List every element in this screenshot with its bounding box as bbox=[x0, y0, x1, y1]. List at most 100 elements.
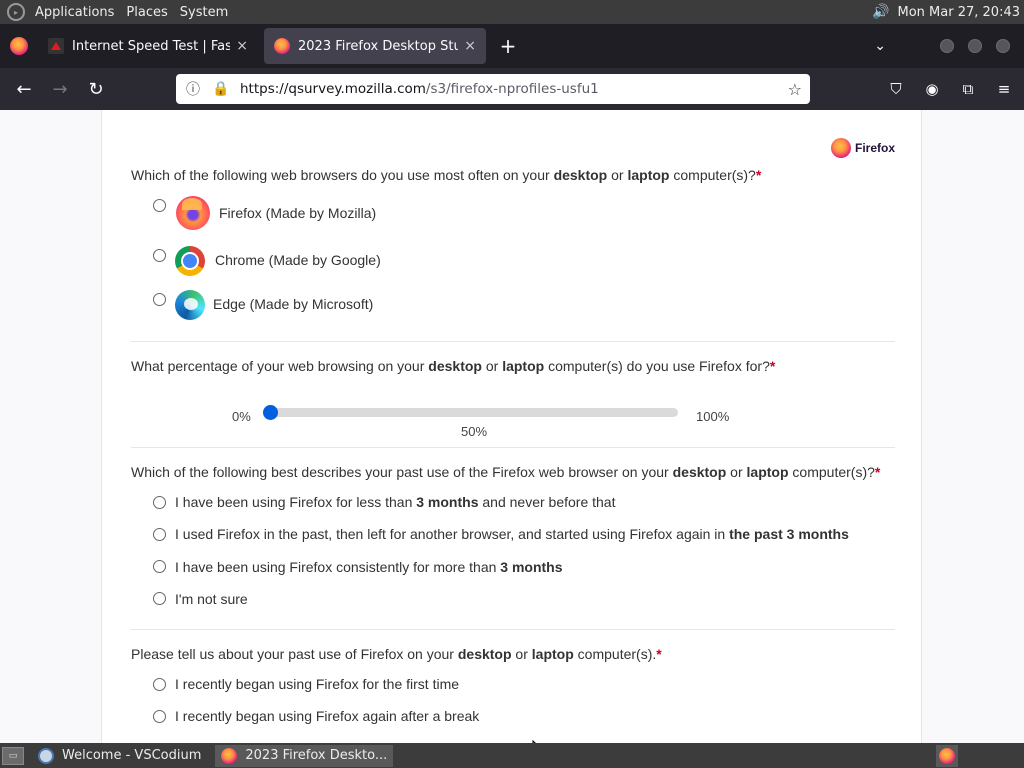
radio-not-sure[interactable] bbox=[153, 592, 166, 605]
firefox-logo-icon bbox=[830, 138, 851, 158]
option-label[interactable]: I have been using Firefox for less than … bbox=[175, 494, 615, 510]
site-info-icon[interactable]: ⓘ bbox=[182, 79, 204, 99]
lock-icon[interactable]: 🔒 bbox=[210, 81, 232, 97]
tab-close-icon[interactable]: × bbox=[464, 38, 476, 54]
system-menu[interactable]: System bbox=[176, 5, 236, 20]
tab-title: Internet Speed Test | Fast.com bbox=[72, 38, 231, 54]
maximize-button[interactable] bbox=[968, 39, 982, 53]
question-text: computer(s)? bbox=[788, 464, 875, 480]
radio-returned-past-3-months[interactable] bbox=[153, 528, 166, 541]
divider bbox=[131, 629, 895, 630]
firefox-icon bbox=[221, 747, 238, 764]
url-bar[interactable]: ⓘ 🔒 https://qsurvey.mozilla.com/s3/firef… bbox=[176, 74, 810, 104]
option-label[interactable]: I recently began using Firefox for the f… bbox=[175, 676, 459, 692]
taskbar-item-vscodium[interactable]: Welcome - VSCodium bbox=[32, 745, 207, 767]
bookmark-star-icon[interactable]: ☆ bbox=[788, 80, 802, 99]
page-viewport[interactable]: Firefox Which of the following web brows… bbox=[0, 110, 1024, 743]
radio-edge[interactable] bbox=[153, 293, 166, 306]
question-3: Which of the following best describes yo… bbox=[131, 464, 880, 480]
tab-strip: Internet Speed Test | Fast.com × 2023 Fi… bbox=[0, 24, 1024, 68]
applications-menu[interactable]: Applications bbox=[31, 5, 122, 20]
bottom-taskbar: ▭ Welcome - VSCodium 2023 Firefox Deskto… bbox=[0, 743, 1024, 768]
slider-mid-label: 50% bbox=[461, 424, 488, 439]
option-label[interactable]: Edge (Made by Microsoft) bbox=[213, 296, 373, 312]
navigation-bar: ← → ↻ ⓘ 🔒 https://qsurvey.mozilla.com/s3… bbox=[0, 68, 1024, 110]
option-bold: 3 months bbox=[416, 494, 479, 510]
radio-more-than-3-months[interactable] bbox=[153, 560, 166, 573]
slider-max-label: 100% bbox=[696, 409, 730, 424]
os-logo-icon[interactable]: ▸ bbox=[7, 3, 25, 21]
percentage-slider-thumb[interactable] bbox=[263, 405, 278, 420]
option-label[interactable]: I have been using Firefox consistently f… bbox=[175, 559, 563, 575]
firefox-favicon-icon bbox=[274, 38, 290, 54]
radio-firefox[interactable] bbox=[153, 199, 166, 212]
question-2: What percentage of your web browsing on … bbox=[131, 358, 775, 374]
question-text: computer(s)? bbox=[669, 167, 756, 183]
required-marker: * bbox=[656, 646, 662, 662]
extensions-icon[interactable]: ⧉ bbox=[956, 73, 980, 105]
question-text: Which of the following best describes yo… bbox=[131, 464, 673, 480]
question-bold: laptop bbox=[627, 167, 670, 183]
taskbar-item-firefox[interactable]: 2023 Firefox Deskto... bbox=[215, 744, 394, 767]
url-text[interactable]: https://qsurvey.mozilla.com/s3/firefox-n… bbox=[240, 81, 599, 97]
speaker-icon[interactable]: 🔊 bbox=[872, 4, 889, 20]
option-label[interactable]: I'm not sure bbox=[175, 591, 248, 607]
option-bold: 3 months bbox=[500, 559, 563, 575]
option-label[interactable]: I used Firefox in the past, then left fo… bbox=[175, 526, 849, 542]
system-top-panel: ▸ Applications Places System 🔊 Mon Mar 2… bbox=[0, 0, 1024, 24]
close-window-button[interactable] bbox=[996, 39, 1010, 53]
account-icon[interactable]: ◉ bbox=[920, 73, 944, 105]
question-bold: laptop bbox=[746, 464, 789, 480]
places-menu[interactable]: Places bbox=[122, 5, 175, 20]
question-bold: laptop bbox=[502, 358, 545, 374]
firefox-menu-icon[interactable] bbox=[0, 37, 38, 55]
clock[interactable]: Mon Mar 27, 20:43 bbox=[898, 5, 1020, 20]
required-marker: * bbox=[769, 358, 776, 374]
tab-fast-com[interactable]: Internet Speed Test | Fast.com × bbox=[38, 28, 258, 64]
show-desktop-icon[interactable]: ▭ bbox=[2, 746, 24, 765]
question-1: Which of the following web browsers do y… bbox=[131, 167, 761, 183]
option-label[interactable]: Chrome (Made by Google) bbox=[215, 252, 381, 268]
radio-again-after-break[interactable] bbox=[153, 710, 166, 723]
question-bold: desktop bbox=[457, 646, 512, 662]
option-text: I have been using Firefox for less than bbox=[175, 494, 417, 510]
question-text: or bbox=[511, 646, 532, 662]
tab-firefox-study[interactable]: 2023 Firefox Desktop Study × bbox=[264, 28, 486, 64]
divider bbox=[131, 447, 895, 448]
back-icon[interactable]: ← bbox=[6, 73, 42, 105]
radio-chrome[interactable] bbox=[153, 249, 166, 262]
minimize-button[interactable] bbox=[940, 39, 954, 53]
list-all-tabs-icon[interactable]: ⌄ bbox=[874, 38, 886, 54]
question-text: computer(s) do you use Firefox for? bbox=[544, 358, 770, 374]
option-label[interactable]: Firefox (Made by Mozilla) bbox=[219, 205, 376, 221]
option-text: and never before that bbox=[478, 494, 616, 510]
new-tab-button[interactable]: + bbox=[492, 34, 524, 58]
taskbar-item-label: 2023 Firefox Deskto... bbox=[245, 748, 388, 763]
tab-close-icon[interactable]: × bbox=[236, 38, 248, 54]
brand-text: Firefox bbox=[854, 141, 895, 155]
question-text: or bbox=[607, 167, 628, 183]
url-path: /s3/firefox-nprofiles-usfu1 bbox=[425, 81, 599, 97]
required-marker: * bbox=[755, 167, 762, 183]
reload-icon[interactable]: ↻ bbox=[78, 73, 114, 105]
percentage-slider-track[interactable] bbox=[270, 408, 678, 417]
question-bold: laptop bbox=[531, 646, 574, 662]
question-text: Please tell us about your past use of Fi… bbox=[131, 646, 458, 662]
firefox-brand: Firefox bbox=[830, 138, 895, 158]
pocket-icon[interactable]: ⛉ bbox=[884, 73, 908, 105]
slider-min-label: 0% bbox=[232, 409, 251, 424]
option-text: I used Firefox in the past, then left fo… bbox=[175, 526, 730, 542]
tray-firefox-icon[interactable] bbox=[936, 744, 958, 767]
forward-icon[interactable]: → bbox=[42, 73, 78, 105]
vscodium-icon bbox=[38, 747, 54, 764]
radio-first-time[interactable] bbox=[153, 678, 166, 691]
question-4: Please tell us about your past use of Fi… bbox=[131, 646, 662, 662]
tab-title: 2023 Firefox Desktop Study bbox=[298, 38, 459, 54]
option-label[interactable]: I recently began using Firefox again aft… bbox=[175, 708, 479, 724]
radio-less-than-3-months[interactable] bbox=[153, 496, 166, 509]
question-bold: desktop bbox=[428, 358, 482, 374]
menu-icon[interactable]: ≡ bbox=[992, 73, 1016, 105]
question-text: or bbox=[481, 358, 503, 374]
divider bbox=[131, 341, 895, 342]
option-bold: the past 3 months bbox=[729, 526, 849, 542]
